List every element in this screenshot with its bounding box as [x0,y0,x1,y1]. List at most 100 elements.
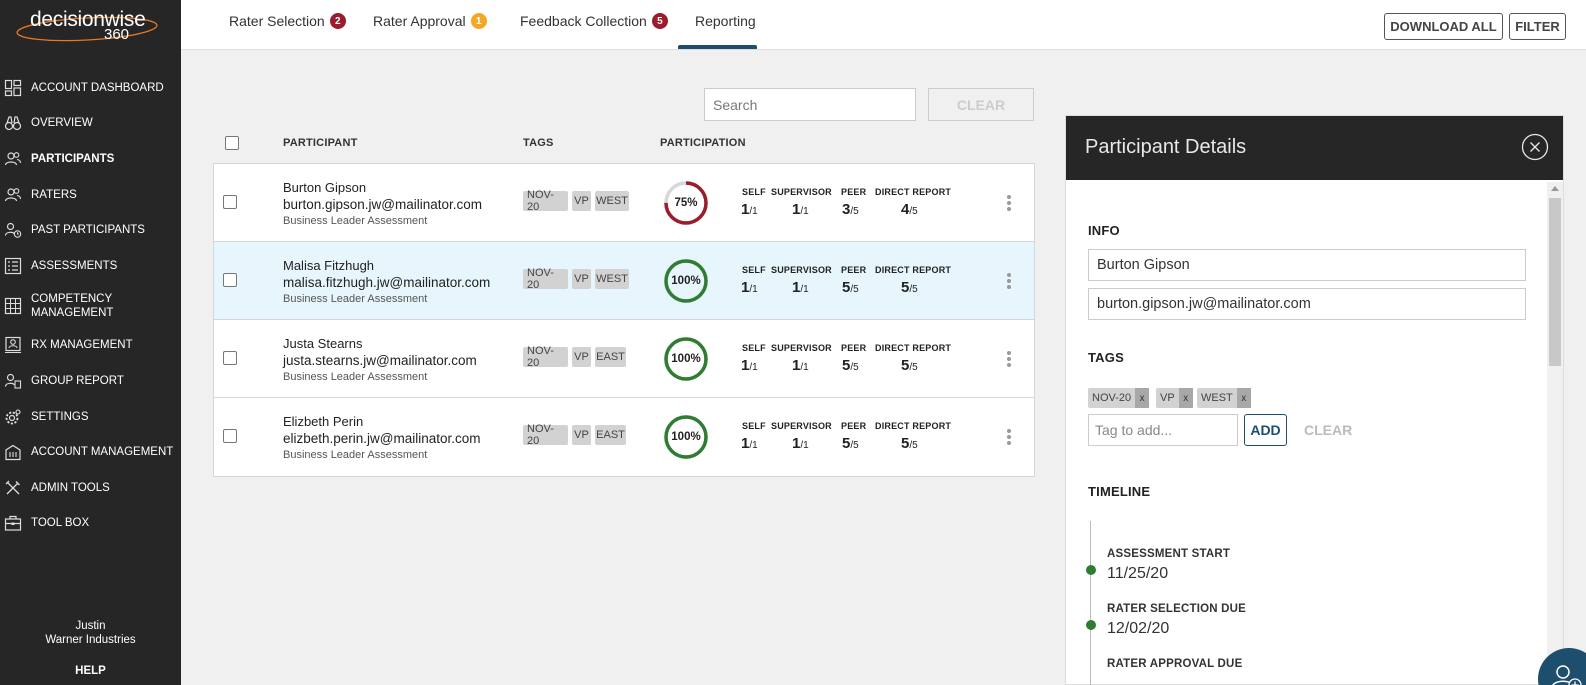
sidebar-item-label: ASSESSMENTS [31,259,118,272]
sidebar-item-tool-box[interactable]: TOOL BOX [0,506,181,542]
tab-count-badge: 5 [651,13,668,29]
sidebar-item-account-management[interactable]: ACCOUNT MANAGEMENT [0,434,181,470]
remove-tag-icon[interactable]: x [1178,388,1193,408]
table-row[interactable]: Justa Stearns justa.stearns.jw@mailinato… [214,320,1034,398]
sidebar-item-rx-management[interactable]: RX MANAGEMENT [0,328,181,364]
stat-peer: 3/5 [842,201,859,218]
stat-self: 1/1 [741,279,758,296]
user-name: Justin [75,620,106,632]
row-checkbox[interactable] [223,195,237,209]
participant-name[interactable]: Burton Gipson [283,180,366,195]
grid-icon [4,297,22,314]
top-tab-bar: Rater Selection 2 Rater Approval 1 Feedb… [181,0,1586,50]
participant-email: malisa.fitzhugh.jw@mailinator.com [283,275,491,290]
dashboard-icon [4,79,22,96]
sidebar-item-label: ACCOUNT MANAGEMENT [31,446,174,459]
info-heading: INFO [1088,223,1120,238]
participant-name[interactable]: Elizbeth Perin [283,414,363,429]
brand-logo[interactable]: decisionwise 360 [14,6,160,44]
filter-button[interactable]: FILTER [1509,13,1566,40]
tab-reporting[interactable]: Reporting [695,0,756,50]
stat-label-peer: PEER [841,265,867,275]
stat-supervisor: 1/1 [792,201,809,218]
column-header-participant: PARTICIPANT [283,137,358,149]
stat-label-direct-report: DIRECT REPORT [875,421,952,431]
sidebar-item-group-report[interactable]: GROUP REPORT [0,363,181,399]
participant-email-field[interactable]: burton.gipson.jw@mailinator.com [1088,288,1526,320]
scroll-up-arrow-icon[interactable] [1551,186,1559,191]
close-icon[interactable] [1521,133,1549,161]
timeline-heading: TIMELINE [1088,484,1151,499]
download-all-button[interactable]: DOWNLOAD ALL [1384,13,1503,40]
stat-peer: 5/5 [842,357,859,374]
participant-name-field[interactable]: Burton Gipson [1088,249,1526,281]
participant-assessment: Business Leader Assessment [283,293,428,305]
tag-input[interactable] [1088,414,1238,446]
add-tag-button[interactable]: ADD [1244,414,1287,446]
stat-supervisor: 1/1 [792,279,809,296]
sidebar-item-label: OVERVIEW [31,117,93,130]
tab-feedback-collection[interactable]: Feedback Collection 5 [520,0,668,50]
table-row[interactable]: Malisa Fitzhugh malisa.fitzhugh.jw@maili… [214,242,1034,320]
tag-chip: WEST [595,269,629,289]
sidebar-item-account-dashboard[interactable]: ACCOUNT DASHBOARD [0,70,181,106]
sidebar-item-label: RATERS [31,188,77,201]
timeline-label: RATER SELECTION DUE [1107,603,1247,615]
stat-self: 1/1 [741,201,758,218]
row-menu-icon[interactable] [1007,273,1011,289]
tag-chip: NOV-20 x [1088,388,1150,408]
sidebar-item-label: PARTICIPANTS [31,152,115,165]
tab-count-badge: 2 [329,13,346,29]
toolbox-icon [4,516,22,531]
table-row[interactable]: Burton Gipson burton.gipson.jw@mailinato… [214,164,1034,242]
row-menu-icon[interactable] [1007,195,1011,211]
sidebar-item-assessments[interactable]: ASSESSMENTS [0,248,181,284]
tab-label: Rater Approval [373,13,466,29]
brand-number: 360 [104,26,130,43]
scrollbar-thumb[interactable] [1549,198,1561,366]
tab-rater-selection[interactable]: Rater Selection 2 [229,0,346,50]
select-all-checkbox[interactable] [225,136,239,150]
sidebar-item-settings[interactable]: SETTINGS [0,399,181,435]
help-link[interactable]: HELP [0,665,181,677]
timeline-date: 12/02/20 [1107,620,1170,637]
panel-scrollbar[interactable] [1547,182,1563,685]
clear-search-button[interactable]: CLEAR [928,88,1034,121]
search-input[interactable] [704,88,916,121]
row-checkbox[interactable] [223,429,237,443]
sidebar-item-overview[interactable]: OVERVIEW [0,106,181,142]
timeline-label: ASSESSMENT START [1107,548,1231,560]
participant-name[interactable]: Malisa Fitzhugh [283,258,374,273]
sidebar-item-admin-tools[interactable]: ADMIN TOOLS [0,470,181,506]
clear-tags-button[interactable]: CLEAR [1304,422,1352,438]
sidebar-item-participants[interactable]: PARTICIPANTS [0,141,181,177]
user-info[interactable]: Justin Warner Industries [0,619,181,647]
tag-chip: NOV-20 [523,345,568,369]
participation-percent: 100% [671,353,701,365]
stat-self: 1/1 [741,357,758,374]
table-row[interactable]: Elizbeth Perin elizbeth.perin.jw@mailina… [214,398,1034,476]
sidebar-item-competency-management[interactable]: COMPETENCY MANAGEMENT [0,284,181,328]
panel-header: Participant Details [1066,116,1563,180]
tab-label: Rater Selection [229,13,325,29]
sidebar-item-past-participants[interactable]: PAST PARTICIPANTS [0,212,181,248]
gear-icon [5,408,21,424]
stat-label-peer: PEER [841,187,867,197]
row-menu-icon[interactable] [1007,429,1011,445]
stat-label-direct-report: DIRECT REPORT [875,343,952,353]
participant-name[interactable]: Justa Stearns [283,336,363,351]
tab-label: Feedback Collection [520,13,647,29]
row-checkbox[interactable] [223,351,237,365]
add-participant-button[interactable] [1538,648,1586,685]
remove-tag-icon[interactable]: x [1135,388,1150,408]
sidebar-item-raters[interactable]: RATERS [0,177,181,213]
users-icon [4,152,22,166]
row-menu-icon[interactable] [1007,351,1011,367]
tab-rater-approval[interactable]: Rater Approval 1 [373,0,487,50]
stat-label-self: SELF [742,421,766,431]
users-history-icon [4,223,22,238]
row-checkbox[interactable] [223,273,237,287]
stat-self: 1/1 [741,435,758,452]
remove-tag-icon[interactable]: x [1236,388,1251,408]
sidebar-nav: ACCOUNT DASHBOARD OVERVIEW PARTICIPANTS … [0,70,181,541]
